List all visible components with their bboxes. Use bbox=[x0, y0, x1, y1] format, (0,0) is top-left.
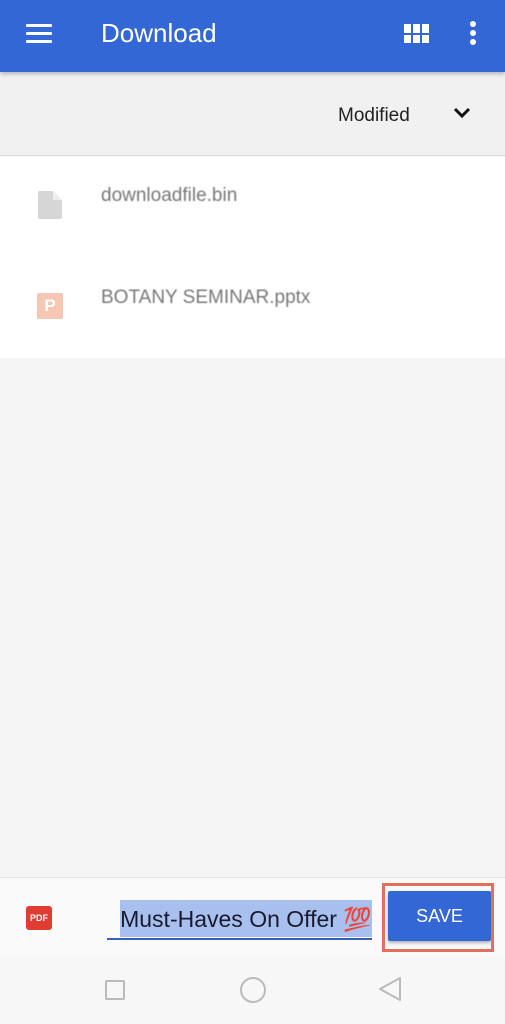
file-list: downloadfile.bin BOTANY SEMINAR.pptx P bbox=[0, 157, 505, 358]
chevron-down-icon[interactable] bbox=[453, 106, 471, 120]
list-item[interactable]: downloadfile.bin bbox=[0, 157, 505, 257]
filename-input[interactable]: Must-Haves On Offer 💯 bbox=[107, 900, 372, 940]
file-name: BOTANY SEMINAR.pptx bbox=[101, 287, 311, 308]
grid-view-icon[interactable] bbox=[404, 24, 429, 43]
back-triangle-icon[interactable] bbox=[378, 976, 402, 1002]
save-button[interactable]: SAVE bbox=[388, 891, 491, 941]
hamburger-menu-icon[interactable] bbox=[26, 24, 52, 44]
more-vert-icon[interactable] bbox=[468, 21, 478, 47]
file-name: downloadfile.bin bbox=[101, 185, 238, 206]
pdf-file-icon: PDF bbox=[26, 906, 52, 930]
square-icon[interactable] bbox=[105, 980, 125, 1000]
system-nav-bar bbox=[0, 957, 505, 1024]
filename-value: Must-Haves On Offer 💯 bbox=[120, 900, 372, 937]
save-bar: PDF Must-Haves On Offer 💯 SAVE bbox=[0, 877, 505, 957]
app-bar: Download bbox=[0, 0, 505, 72]
page-title: Download bbox=[101, 18, 217, 48]
generic-file-icon bbox=[38, 191, 62, 219]
circle-icon[interactable] bbox=[240, 977, 266, 1003]
sort-bar: Modified bbox=[0, 72, 505, 156]
sort-dropdown[interactable]: Modified bbox=[338, 105, 410, 127]
powerpoint-file-icon: P bbox=[37, 293, 63, 319]
list-item[interactable]: BOTANY SEMINAR.pptx bbox=[0, 257, 505, 357]
